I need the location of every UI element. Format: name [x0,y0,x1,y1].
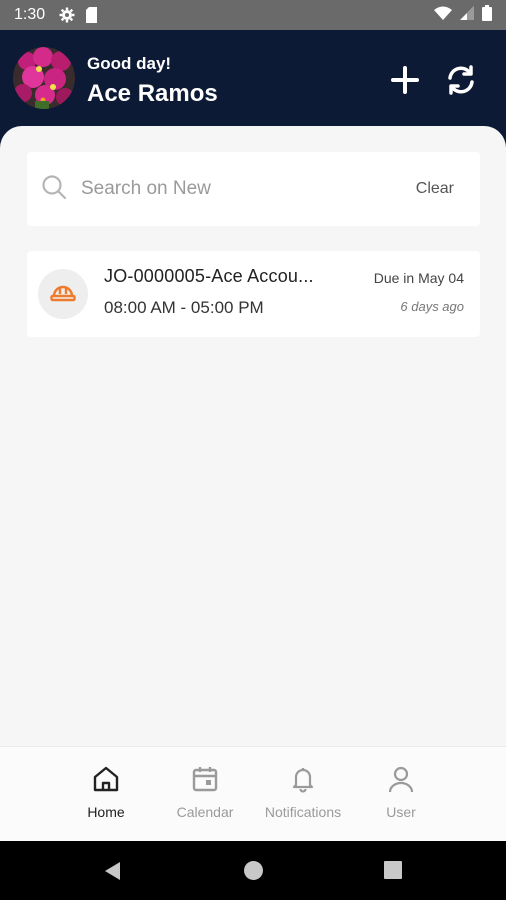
job-due-date: Due in May 04 [373,270,464,286]
search-bar[interactable]: Search on New Clear [27,152,480,226]
app-header: Good day! Ace Ramos [0,30,506,140]
avatar[interactable] [13,47,75,109]
status-time: 1:30 [14,6,46,23]
user-icon [387,765,415,798]
search-input[interactable]: Search on New [81,178,416,200]
hard-hat-icon [50,281,76,308]
main-content: Search on New Clear JO-0000005-Ace Accou… [0,126,506,746]
nav-home-label: Home [87,804,125,820]
nav-notifications-label: Notifications [264,804,342,820]
refresh-button[interactable] [443,64,479,100]
refresh-icon [445,64,477,101]
sim-card-icon [85,7,98,23]
job-time-range: 08:00 AM - 05:00 PM [104,298,264,317]
job-age: 6 days ago [400,299,464,314]
status-indicators [434,4,492,26]
status-bar: 1:30 [0,0,506,30]
greeting-text: Good day! [87,54,172,73]
add-button[interactable] [387,64,423,100]
signal-icon [460,5,474,25]
nav-notifications[interactable]: Notifications [253,765,353,820]
bell-icon [289,765,317,798]
recents-icon[interactable] [383,860,403,885]
job-card[interactable]: JO-0000005-Ace Accou... 08:00 AM - 05:00… [27,251,480,337]
plus-icon [391,65,419,99]
user-name: Ace Ramos [87,80,218,107]
nav-user[interactable]: User [351,765,451,820]
calendar-icon [191,765,219,798]
wifi-icon [434,6,452,25]
search-icon [41,174,67,205]
nav-calendar-label: Calendar [176,804,234,820]
battery-icon [482,4,492,26]
nav-calendar[interactable]: Calendar [155,765,255,820]
nav-user-label: User [386,804,416,820]
job-icon-badge [38,269,88,319]
bottom-nav: Home Calendar Notifications User [0,746,506,841]
home-icon [92,765,120,798]
job-title: JO-0000005-Ace Accou... [104,266,314,286]
gear-icon [59,7,75,23]
clear-button[interactable]: Clear [416,180,454,198]
nav-home[interactable]: Home [56,765,156,820]
back-icon[interactable] [102,860,124,887]
system-nav-bar [0,841,506,900]
home-circle-icon[interactable] [243,860,264,886]
